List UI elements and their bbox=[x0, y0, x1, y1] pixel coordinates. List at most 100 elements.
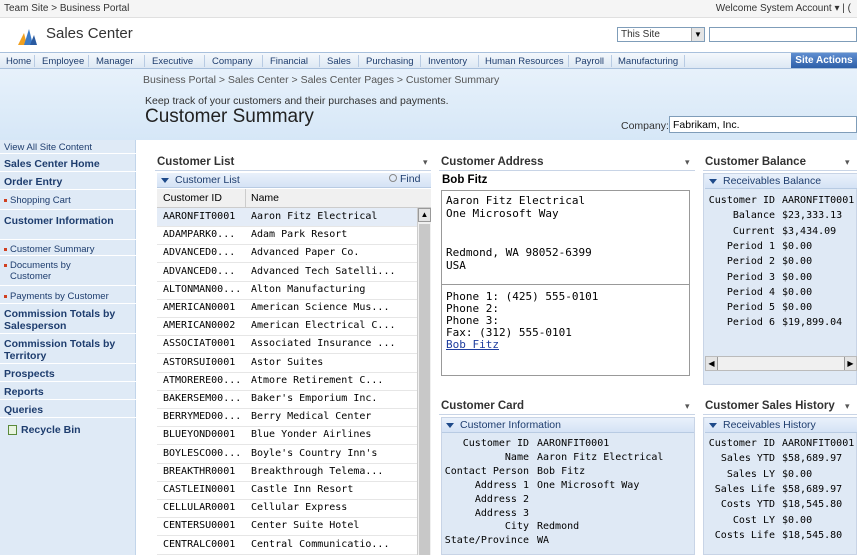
sidebar-item-sales-center-home[interactable]: Sales Center Home bbox=[0, 154, 136, 172]
cell-name: Castle Inn Resort bbox=[251, 484, 354, 495]
sidebar-item-order-entry[interactable]: Order Entry bbox=[0, 172, 136, 190]
welcome-menu[interactable]: Welcome System Account ▾ | ( bbox=[716, 3, 851, 14]
nav-inventory[interactable]: Inventory bbox=[428, 56, 467, 67]
column-header-customer-id[interactable]: Customer ID bbox=[163, 192, 222, 204]
sidebar-item-reports[interactable]: Reports bbox=[0, 382, 136, 400]
history-subheader[interactable]: Receivables History bbox=[705, 418, 857, 433]
subheader-label: Receivables Balance bbox=[723, 175, 822, 187]
nav-manager[interactable]: Manager bbox=[96, 56, 134, 67]
nav-executive[interactable]: Executive bbox=[152, 56, 193, 67]
nav-employee[interactable]: Employee bbox=[42, 56, 84, 67]
card-fields: Customer ID AARONFIT0001 Name Aaron Fitz El… bbox=[442, 437, 694, 555]
cell-customer-id: BOYLESCO00... bbox=[163, 447, 242, 459]
nav-company[interactable]: Company bbox=[212, 56, 253, 67]
sidebar-item-commission-salesperson[interactable]: Commission Totals by Salesperson bbox=[0, 304, 136, 334]
table-row[interactable]: AMERICAN0002 American Electrical C... bbox=[157, 317, 417, 337]
cell-name: Central Communicatio... bbox=[251, 538, 390, 550]
field-label: Costs YTD bbox=[720, 499, 775, 511]
nav-manufacturing[interactable]: Manufacturing bbox=[618, 56, 678, 67]
sidebar-item-customer-summary[interactable]: Customer Summary bbox=[0, 240, 136, 256]
table-row[interactable]: BAKERSEM00... Baker's Emporium Inc. bbox=[157, 390, 417, 409]
nav-sales[interactable]: Sales bbox=[327, 56, 351, 67]
cell-name: Cellular Express bbox=[251, 502, 348, 514]
subheader-label: Customer Information bbox=[460, 419, 561, 431]
field-label: Period 3 bbox=[726, 271, 775, 283]
nav-financial[interactable]: Financial bbox=[270, 56, 308, 67]
table-row[interactable]: CELLULAR0001 Cellular Express bbox=[157, 499, 417, 519]
global-breadcrumb[interactable]: Team Site > Business Portal bbox=[4, 3, 129, 14]
nav-human-resources[interactable]: Human Resources bbox=[485, 56, 564, 67]
sidebar-item-shopping-cart[interactable]: Shopping Cart bbox=[0, 190, 136, 210]
cell-customer-id: CENTERSU0001 bbox=[163, 520, 236, 532]
table-row[interactable]: BOYLESCO00... Boyle's Country Inn's bbox=[157, 445, 417, 464]
customer-list-menu[interactable]: ▾ bbox=[423, 157, 428, 168]
table-row[interactable]: ASSOCIAT0001 Associated Insurance ... bbox=[157, 335, 417, 355]
field-label: Period 6 bbox=[726, 317, 775, 329]
sales-history-menu[interactable]: ▾ bbox=[845, 401, 850, 412]
scroll-up-icon[interactable]: ▲ bbox=[418, 208, 431, 222]
chevron-down-icon[interactable]: ▼ bbox=[691, 28, 704, 41]
customer-balance-menu[interactable]: ▾ bbox=[845, 157, 850, 168]
cell-customer-id: CENTRALC0001 bbox=[163, 538, 236, 550]
field-label: Name bbox=[504, 451, 529, 463]
nav-payroll[interactable]: Payroll bbox=[575, 56, 604, 67]
table-row[interactable]: ATMORERE00... Atmore Retirement C... bbox=[157, 372, 417, 391]
column-header-name[interactable]: Name bbox=[251, 192, 279, 204]
table-row[interactable]: BERRYMED00... Berry Medical Center bbox=[157, 408, 417, 428]
site-actions-button[interactable]: Site Actions bbox=[791, 53, 857, 68]
field-label: Cost LY bbox=[732, 514, 775, 526]
sidebar-item-documents-by-customer[interactable]: Documents by Customer bbox=[0, 256, 136, 286]
customer-address-menu[interactable]: ▾ bbox=[685, 157, 690, 168]
customer-list-grid: AARONFIT0001 Aaron Fitz Electrical ADAMPAR… bbox=[157, 208, 417, 555]
table-row[interactable]: CENTERSU0001 Center Suite Hotel bbox=[157, 517, 417, 537]
nav-home[interactable]: Home bbox=[6, 56, 31, 67]
table-row[interactable]: ADAMPARK0... Adam Park Resort bbox=[157, 226, 417, 246]
sidebar-item-payments-by-customer[interactable]: Payments by Customer bbox=[0, 286, 136, 304]
cell-customer-id: ADAMPARK0... bbox=[163, 229, 236, 241]
site-title[interactable]: Sales Center bbox=[46, 25, 133, 42]
find-button[interactable]: Find bbox=[389, 173, 420, 185]
balance-fields: Customer ID AARONFIT0001 Balance $23,333.13… bbox=[705, 194, 857, 334]
table-row[interactable]: BLUEYOND0001 Blue Yonder Airlines bbox=[157, 426, 417, 446]
bullet-icon bbox=[4, 263, 7, 267]
balance-subheader[interactable]: Receivables Balance bbox=[705, 174, 857, 189]
balance-hscrollbar[interactable]: ◀ ▶ bbox=[705, 356, 857, 371]
sidebar-item-queries[interactable]: Queries bbox=[0, 400, 136, 418]
scrollbar-thumb[interactable] bbox=[419, 224, 430, 555]
field-value: $3,434.09 bbox=[782, 225, 837, 237]
customer-list-scrollbar[interactable]: ▲ bbox=[417, 208, 431, 555]
customer-card-menu[interactable]: ▾ bbox=[685, 401, 690, 412]
card-subheader[interactable]: Customer Information bbox=[442, 418, 694, 433]
recycle-bin-link[interactable]: Recycle Bin bbox=[0, 422, 136, 440]
field-label: Balance bbox=[732, 210, 775, 222]
cell-customer-id: ATMORERE00... bbox=[163, 374, 242, 386]
table-row[interactable]: CASTLEIN0001 Castle Inn Resort bbox=[157, 481, 417, 500]
cell-name: Aaron Fitz Electrical bbox=[251, 211, 378, 222]
scroll-right-icon[interactable]: ▶ bbox=[844, 357, 856, 370]
table-row[interactable]: BREAKTHR0001 Breakthrough Telema... bbox=[157, 463, 417, 482]
nav-purchasing[interactable]: Purchasing bbox=[366, 56, 414, 67]
table-row[interactable]: AARONFIT0001 Aaron Fitz Electrical bbox=[157, 208, 417, 227]
contact-email-link[interactable]: Bob Fitz bbox=[446, 339, 598, 351]
table-row[interactable]: ASTORSUI0001 Astor Suites bbox=[157, 354, 417, 373]
scroll-left-icon[interactable]: ◀ bbox=[706, 357, 718, 370]
cell-name: American Electrical C... bbox=[251, 320, 396, 332]
table-row[interactable]: ADVANCED0... Advanced Paper Co. bbox=[157, 244, 417, 264]
page-title: Customer Summary bbox=[145, 106, 314, 127]
table-row[interactable]: AMERICAN0001 American Science Mus... bbox=[157, 299, 417, 318]
table-row[interactable]: ALTONMAN00... Alton Manufacturing bbox=[157, 281, 417, 300]
table-row[interactable]: ADVANCED0... Advanced Tech Satelli... bbox=[157, 263, 417, 282]
sidebar-item-customer-information[interactable]: Customer Information bbox=[0, 210, 136, 240]
field-label: State/Province bbox=[444, 535, 529, 547]
field-label: Sales Life bbox=[714, 483, 775, 495]
collapse-icon bbox=[709, 178, 717, 184]
search-input[interactable] bbox=[709, 27, 857, 42]
breadcrumb[interactable]: Business Portal > Sales Center > Sales C… bbox=[143, 74, 499, 86]
contact-name: Bob Fitz bbox=[442, 174, 488, 186]
table-row[interactable]: CENTRALC0001 Central Communicatio... bbox=[157, 536, 417, 555]
sidebar-item-commission-territory[interactable]: Commission Totals by Territory bbox=[0, 334, 136, 364]
view-all-site-content-link[interactable]: View All Site Content bbox=[0, 140, 136, 154]
cell-customer-id: BREAKTHR0001 bbox=[163, 465, 236, 477]
company-selector[interactable]: Fabrikam, Inc. bbox=[669, 116, 857, 133]
sidebar-item-prospects[interactable]: Prospects bbox=[0, 364, 136, 382]
